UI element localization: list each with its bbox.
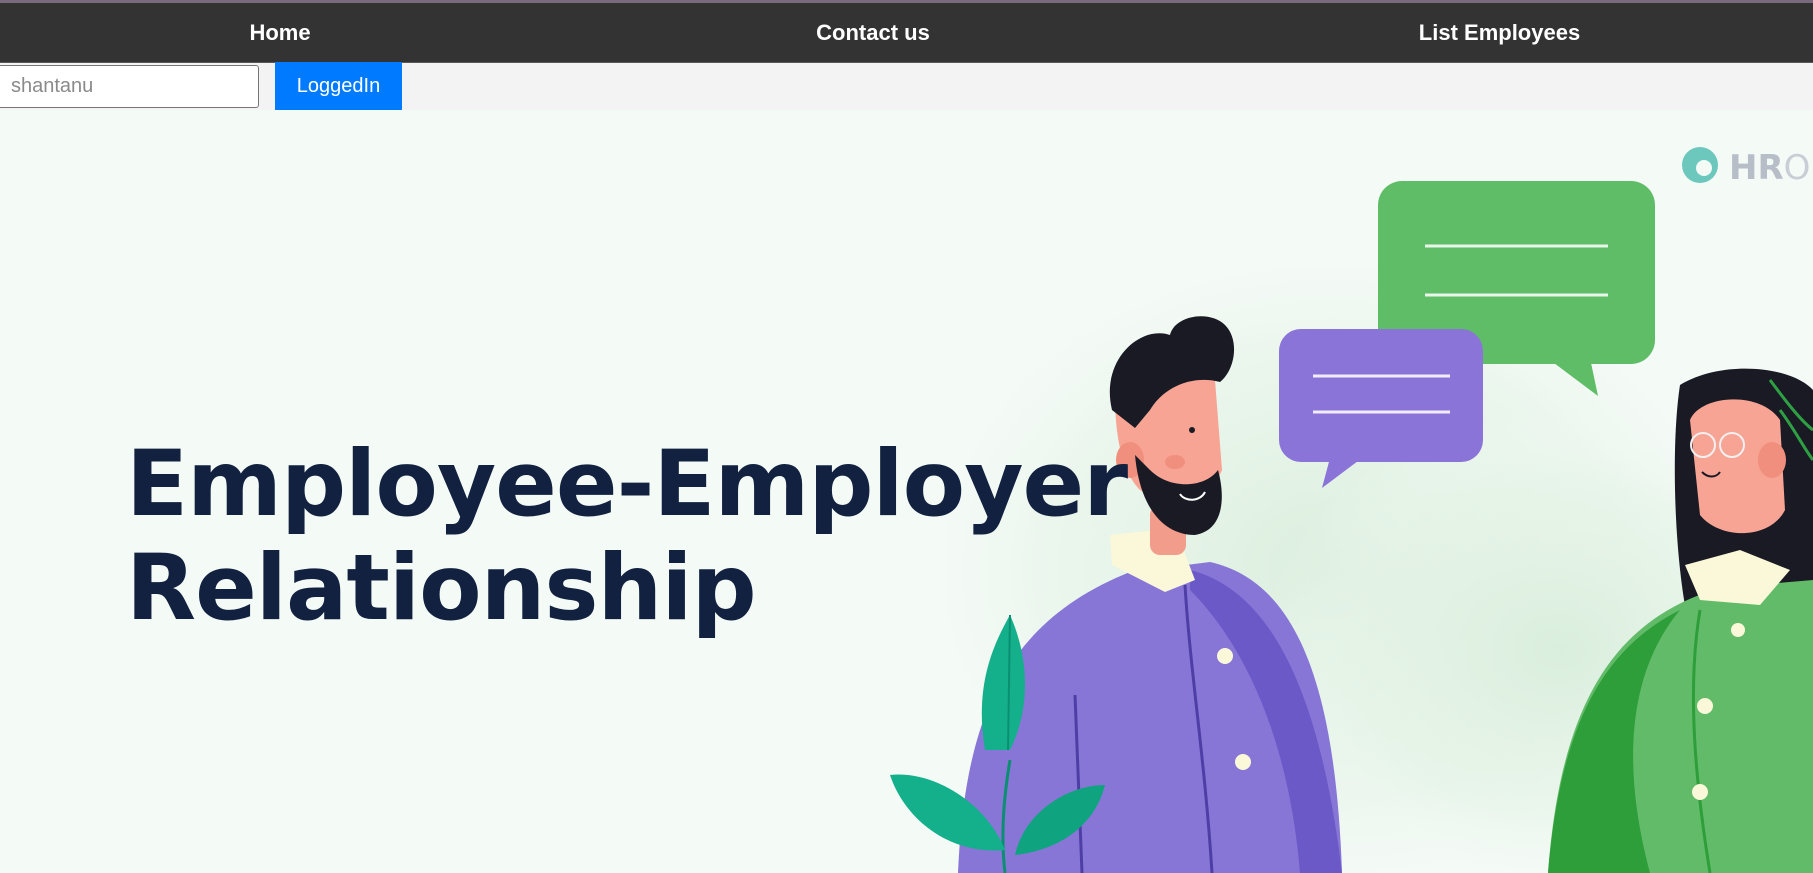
page-headline: Employee-Employer Relationship — [126, 432, 1128, 641]
headline-line-1: Employee-Employer — [126, 432, 1128, 537]
nav-contact-link[interactable]: Contact us — [560, 3, 1186, 62]
hero-banner: HRO Employee-Employer Relationship — [0, 110, 1813, 873]
hr-logo-icon — [1682, 147, 1718, 183]
nav-list-employees-link[interactable]: List Employees — [1186, 3, 1813, 62]
logged-in-button[interactable]: LoggedIn — [275, 62, 402, 110]
nav-home-link[interactable]: Home — [0, 3, 560, 62]
headline-line-2: Relationship — [126, 536, 757, 641]
top-navbar: Home Contact us List Employees — [0, 3, 1813, 63]
hr-logo-text: HRO — [1729, 148, 1811, 188]
username-input[interactable] — [0, 65, 259, 108]
login-bar — [0, 63, 1813, 110]
